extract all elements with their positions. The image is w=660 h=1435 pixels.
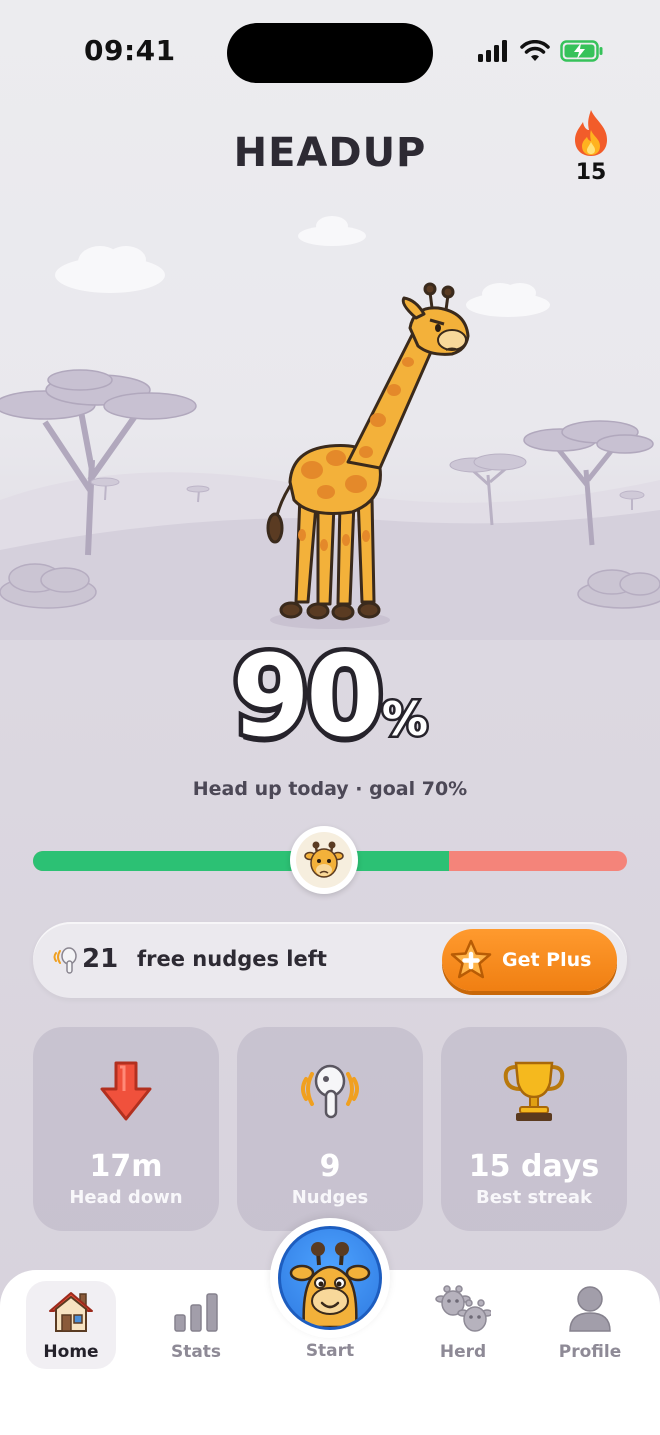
earbud-icon [301, 1064, 359, 1119]
down-arrow-icon [100, 1061, 152, 1121]
trophy-icon [503, 1061, 565, 1121]
stat-value: 15 days [468, 1149, 600, 1184]
stat-label: Best streak [475, 1187, 593, 1208]
tab-label: Profile [558, 1342, 622, 1362]
giraffe-avatar-icon [289, 1242, 371, 1327]
tab-label: Stats [170, 1342, 222, 1362]
tab-stats[interactable]: Stats [151, 1281, 241, 1369]
tab-home[interactable]: Home [26, 1281, 116, 1369]
nudges-count: 21 [82, 944, 119, 974]
get-plus-button[interactable]: Get Plus [442, 929, 617, 991]
status-time: 09:41 [84, 34, 176, 67]
house-icon [49, 1292, 93, 1332]
earbud-icon [53, 947, 77, 974]
person-icon [569, 1286, 611, 1332]
app-title: HEADUP [233, 130, 427, 176]
stat-label: Head down [69, 1187, 183, 1208]
cellular-signal-icon [478, 40, 507, 62]
bush [0, 563, 97, 609]
star-plus-icon [450, 939, 492, 979]
score-value: 90 [228, 628, 389, 767]
cloud [55, 246, 165, 293]
cloud [298, 216, 366, 246]
tab-label: Herd [439, 1342, 487, 1362]
progress-knob[interactable] [290, 826, 359, 894]
stat-card-head-down[interactable]: 17m Head down [33, 1027, 219, 1231]
nudges-text: free nudges left [137, 947, 327, 971]
get-plus-label: Get Plus [502, 949, 592, 971]
start-label: Start [305, 1341, 355, 1361]
progress-fill [33, 851, 449, 871]
dynamic-island [227, 23, 433, 83]
tab-herd[interactable]: Herd [418, 1281, 508, 1369]
score-unit: % [379, 690, 430, 749]
streak-badge[interactable]: 15 [566, 108, 616, 185]
stat-value: 9 [319, 1149, 341, 1184]
stat-label: Nudges [291, 1187, 369, 1208]
herd-icon [435, 1285, 491, 1332]
cloud [466, 283, 550, 317]
flame-icon [575, 110, 607, 156]
stat-card-best-streak[interactable]: 15 days Best streak [441, 1027, 627, 1231]
bar-chart-icon [174, 1293, 218, 1332]
score-caption: Head up today · goal 70% [192, 778, 468, 800]
giraffe-face-icon [304, 841, 344, 878]
stat-value: 17m [89, 1149, 163, 1184]
head-up-score: 90% [0, 628, 660, 767]
tab-profile[interactable]: Profile [545, 1281, 635, 1369]
status-icons [478, 40, 604, 62]
tab-label: Home [43, 1342, 99, 1362]
stat-card-nudges[interactable]: 9 Nudges [237, 1027, 423, 1231]
battery-icon [560, 40, 603, 62]
streak-count: 15 [575, 160, 607, 185]
start-button[interactable] [270, 1218, 390, 1338]
wifi-icon [520, 40, 550, 61]
savanna-scene [0, 216, 660, 640]
